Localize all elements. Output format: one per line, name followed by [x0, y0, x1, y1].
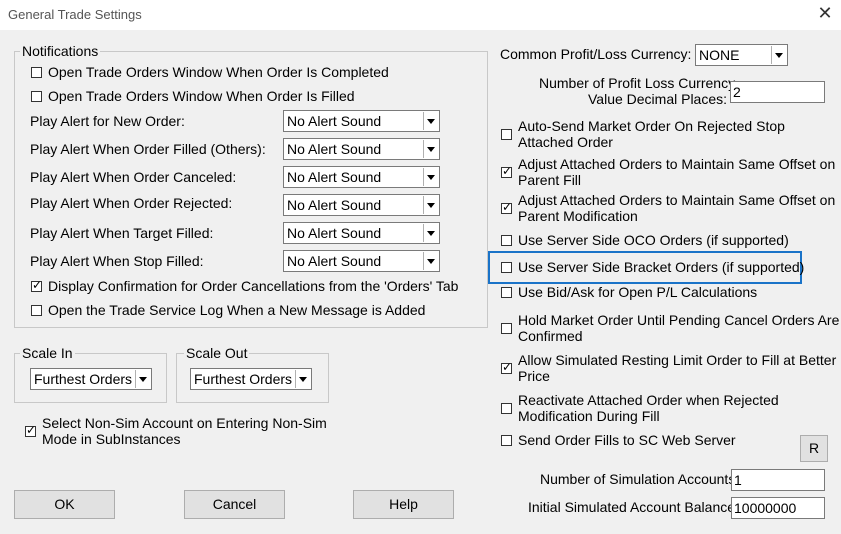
- chevron-down-icon: [423, 168, 438, 186]
- alert-filled-others-value: No Alert Sound: [287, 141, 382, 157]
- alert-new-order-label: Play Alert for New Order:: [30, 113, 185, 129]
- scale-out-select[interactable]: Furthest Orders: [190, 368, 312, 390]
- send-fills-label: Send Order Fills to SC Web Server: [518, 432, 736, 448]
- auto-send-market-checkbox[interactable]: [501, 129, 512, 140]
- close-icon[interactable]: ✕: [816, 3, 834, 24]
- ok-button[interactable]: OK: [14, 490, 115, 519]
- alert-rejected-select[interactable]: No Alert Sound: [283, 194, 440, 216]
- alert-stop-filled-value: No Alert Sound: [287, 253, 382, 269]
- initial-balance-label: Initial Simulated Account Balance:: [528, 499, 739, 515]
- scale-in-legend: Scale In: [20, 345, 75, 361]
- decimal-places-value: 2: [733, 84, 741, 100]
- bid-ask-label: Use Bid/Ask for Open P/L Calculations: [518, 284, 758, 300]
- initial-balance-value: 10000000: [734, 500, 797, 516]
- chevron-down-icon: [423, 140, 438, 158]
- chevron-down-icon: [423, 196, 438, 214]
- display-confirmation-checkbox[interactable]: ✓: [31, 278, 43, 292]
- sim-accounts-field[interactable]: 1: [731, 469, 825, 491]
- checkmark-icon: ✓: [32, 278, 43, 292]
- open-on-filled-checkbox[interactable]: [31, 91, 42, 102]
- cancel-button[interactable]: Cancel: [184, 490, 285, 519]
- scale-in-value: Furthest Orders: [34, 371, 133, 387]
- alert-rejected-label: Play Alert When Order Rejected:: [30, 195, 233, 211]
- server-bracket-label: Use Server Side Bracket Orders (if suppo…: [518, 259, 805, 275]
- adjust-parent-fill-label-line2: Parent Fill: [518, 172, 582, 188]
- decimal-places-label-line1: Number of Profit Loss Currency: [539, 75, 736, 91]
- scale-out-value: Furthest Orders: [194, 371, 293, 387]
- alert-new-order-value: No Alert Sound: [287, 113, 382, 129]
- scale-in-select[interactable]: Furthest Orders: [30, 368, 152, 390]
- open-on-filled-label: Open Trade Orders Window When Order Is F…: [48, 88, 355, 104]
- decimal-places-field[interactable]: 2: [730, 81, 825, 103]
- chevron-down-icon: [423, 224, 438, 242]
- alert-filled-others-select[interactable]: No Alert Sound: [283, 138, 440, 160]
- chevron-down-icon: [423, 252, 438, 270]
- auto-send-market-label-line2: Attached Order: [518, 134, 613, 150]
- scale-out-legend: Scale Out: [184, 345, 250, 361]
- server-oco-label: Use Server Side OCO Orders (if supported…: [518, 232, 789, 248]
- open-log-label: Open the Trade Service Log When a New Me…: [48, 302, 426, 318]
- open-on-completed-label: Open Trade Orders Window When Order Is C…: [48, 64, 389, 80]
- open-on-completed-checkbox[interactable]: [31, 67, 42, 78]
- chevron-down-icon: [135, 370, 150, 388]
- alert-rejected-value: No Alert Sound: [287, 197, 382, 213]
- sim-accounts-value: 1: [734, 472, 742, 488]
- send-fills-checkbox[interactable]: [501, 435, 512, 446]
- select-non-sim-label-line1: Select Non-Sim Account on Entering Non-S…: [42, 415, 327, 431]
- alert-stop-filled-select[interactable]: No Alert Sound: [283, 250, 440, 272]
- checkmark-icon: ✓: [26, 423, 37, 437]
- currency-label: Common Profit/Loss Currency:: [500, 46, 692, 62]
- currency-value: NONE: [699, 47, 740, 63]
- select-non-sim-label-line2: Mode in SubInstances: [42, 431, 181, 447]
- adjust-parent-fill-checkbox[interactable]: ✓: [501, 164, 513, 178]
- auto-send-market-label-line1: Auto-Send Market Order On Rejected Stop: [518, 118, 785, 134]
- alert-target-filled-value: No Alert Sound: [287, 225, 382, 241]
- chevron-down-icon: [295, 370, 310, 388]
- alert-canceled-value: No Alert Sound: [287, 169, 382, 185]
- alert-target-filled-select[interactable]: No Alert Sound: [283, 222, 440, 244]
- open-log-checkbox[interactable]: [31, 305, 42, 316]
- window-title: General Trade Settings: [8, 7, 142, 22]
- allow-sim-resting-label-line2: Price: [518, 368, 550, 384]
- decimal-places-label-line2: Value Decimal Places:: [588, 91, 728, 107]
- adjust-parent-mod-label-line2: Parent Modification: [518, 208, 638, 224]
- currency-select[interactable]: NONE: [695, 44, 788, 66]
- bid-ask-checkbox[interactable]: [501, 287, 512, 298]
- reactivate-attached-checkbox[interactable]: [501, 403, 512, 414]
- notifications-legend: Notifications: [20, 43, 101, 59]
- server-bracket-checkbox[interactable]: [501, 262, 512, 273]
- adjust-parent-mod-label-line1: Adjust Attached Orders to Maintain Same …: [518, 192, 836, 208]
- reactivate-attached-label-line2: Modification During Fill: [518, 408, 660, 424]
- chevron-down-icon: [423, 112, 438, 130]
- allow-sim-resting-checkbox[interactable]: ✓: [501, 360, 513, 374]
- help-button[interactable]: Help: [353, 490, 454, 519]
- alert-new-order-select[interactable]: No Alert Sound: [283, 110, 440, 132]
- server-oco-checkbox[interactable]: [501, 235, 512, 246]
- hold-market-checkbox[interactable]: [501, 323, 512, 334]
- sim-accounts-label: Number of Simulation Accounts:: [540, 471, 740, 487]
- select-non-sim-checkbox[interactable]: ✓: [25, 423, 37, 437]
- adjust-parent-fill-label-line1: Adjust Attached Orders to Maintain Same …: [518, 156, 836, 172]
- alert-canceled-label: Play Alert When Order Canceled:: [30, 169, 237, 185]
- allow-sim-resting-label-line1: Allow Simulated Resting Limit Order to F…: [518, 352, 837, 368]
- initial-balance-field[interactable]: 10000000: [731, 497, 825, 519]
- hold-market-label-line1: Hold Market Order Until Pending Cancel O…: [518, 312, 840, 328]
- r-button[interactable]: R: [800, 435, 828, 462]
- display-confirmation-label: Display Confirmation for Order Cancellat…: [48, 278, 459, 294]
- alert-filled-others-label: Play Alert When Order Filled (Others):: [30, 141, 266, 157]
- checkmark-icon: ✓: [502, 200, 513, 214]
- adjust-parent-mod-checkbox[interactable]: ✓: [501, 200, 513, 214]
- alert-canceled-select[interactable]: No Alert Sound: [283, 166, 440, 188]
- hold-market-label-line2: Confirmed: [518, 328, 583, 344]
- checkmark-icon: ✓: [502, 360, 513, 374]
- chevron-down-icon: [771, 46, 786, 64]
- reactivate-attached-label-line1: Reactivate Attached Order when Rejected: [518, 392, 779, 408]
- checkmark-icon: ✓: [502, 164, 513, 178]
- alert-target-filled-label: Play Alert When Target Filled:: [30, 225, 214, 241]
- alert-stop-filled-label: Play Alert When Stop Filled:: [30, 253, 204, 269]
